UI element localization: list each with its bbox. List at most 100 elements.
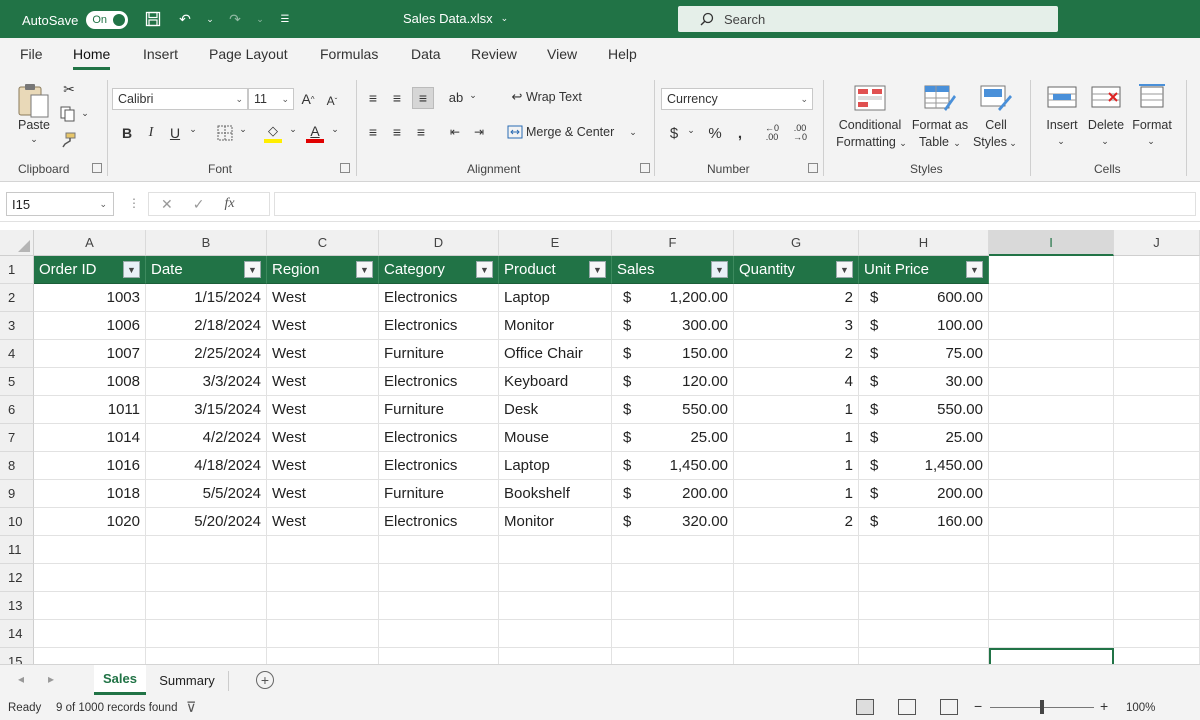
align-left-icon[interactable]: ≡ [364,122,382,142]
table-cell[interactable]: $30.00 [859,368,989,396]
table-cell[interactable]: $25.00 [612,424,734,452]
document-title[interactable]: Sales Data.xlsx ⌄ [403,11,508,26]
row-header-9[interactable]: 9 [0,480,34,508]
decrease-indent-icon[interactable]: ⇤ [446,122,464,142]
table-cell[interactable]: 1 [734,396,859,424]
tab-view[interactable]: View [547,46,577,62]
middle-align-icon[interactable]: ≡ [388,88,406,108]
column-header-c[interactable]: C [267,230,379,256]
redo-dropdown-icon[interactable]: ⌄ [256,8,264,30]
format-cells-button[interactable]: Format [1130,118,1174,132]
row-header-6[interactable]: 6 [0,396,34,424]
table-cell[interactable]: 4/18/2024 [146,452,267,480]
empty-cell[interactable] [1114,340,1200,368]
table-cell[interactable]: 1006 [34,312,146,340]
alignment-launcher-icon[interactable] [640,163,650,173]
table-cell[interactable]: $550.00 [612,396,734,424]
sheet-tab-sales[interactable]: Sales [94,665,146,695]
wrap-text-button[interactable]: Wrap Text [526,90,584,104]
cut-icon[interactable]: ✂ [60,80,78,98]
table-cell[interactable]: 1011 [34,396,146,424]
table-cell[interactable]: 1/15/2024 [146,284,267,312]
empty-cell[interactable] [146,592,267,620]
table-cell[interactable]: 1007 [34,340,146,368]
empty-cell[interactable] [734,592,859,620]
empty-cell[interactable] [1114,508,1200,536]
filter-dropdown-icon[interactable]: ▼ [966,261,983,278]
empty-cell[interactable] [989,312,1114,340]
empty-cell[interactable] [146,620,267,648]
empty-cell[interactable] [1114,424,1200,452]
table-cell[interactable]: Electronics [379,312,499,340]
tab-page-layout[interactable]: Page Layout [209,46,288,62]
empty-cell[interactable] [1114,620,1200,648]
empty-cell[interactable] [989,284,1114,312]
table-cell[interactable]: 1014 [34,424,146,452]
column-header-h[interactable]: H [859,230,989,256]
table-cell[interactable]: $160.00 [859,508,989,536]
tab-file[interactable]: File [20,46,43,62]
table-cell[interactable]: $75.00 [859,340,989,368]
scroll-left-icon[interactable]: ◂ [18,672,24,686]
clipboard-launcher-icon[interactable] [92,163,102,173]
sheet-tab-summary[interactable]: Summary [152,665,222,695]
cell-styles-label-1[interactable]: Cell [978,118,1014,132]
zoom-slider-thumb[interactable] [1040,700,1044,714]
empty-cell[interactable] [989,368,1114,396]
format-as-table-icon[interactable] [922,84,958,112]
format-as-table-dropdown-icon[interactable]: ⌄ [952,138,962,149]
empty-cell[interactable] [859,564,989,592]
table-cell[interactable]: 1 [734,424,859,452]
tab-review[interactable]: Review [471,46,517,62]
conditional-formatting-icon[interactable] [853,84,887,112]
table-cell[interactable]: Furniture [379,340,499,368]
empty-cell[interactable] [267,536,379,564]
table-header-cell[interactable]: Order ID ▼ [34,256,146,284]
table-cell[interactable]: 1016 [34,452,146,480]
zoom-level[interactable]: 100% [1126,702,1155,714]
table-cell[interactable]: 4/2/2024 [146,424,267,452]
customize-qat-icon[interactable]: ☰ [274,8,296,30]
merge-center-button[interactable]: Merge & Center [526,125,622,139]
paste-icon[interactable] [14,80,54,120]
filter-dropdown-icon[interactable]: ▼ [244,261,261,278]
bold-button[interactable]: B [118,122,136,144]
empty-cell[interactable] [499,564,612,592]
delete-dropdown-icon[interactable]: ⌄ [1100,136,1110,147]
row-header-8[interactable]: 8 [0,452,34,480]
empty-cell[interactable] [989,396,1114,424]
empty-cell[interactable] [989,340,1114,368]
fill-color-icon[interactable]: ◇ [262,120,284,146]
name-box[interactable]: I15 ⌄ [6,192,114,216]
table-cell[interactable]: 2/25/2024 [146,340,267,368]
cell-styles-label-2[interactable]: Styles [970,135,1010,149]
empty-cell[interactable] [1114,312,1200,340]
empty-cell[interactable] [1114,564,1200,592]
align-center-icon[interactable]: ≡ [388,122,406,142]
fill-color-dropdown-icon[interactable]: ⌄ [288,124,298,135]
undo-icon[interactable]: ↶ [174,8,196,30]
table-cell[interactable]: $200.00 [859,480,989,508]
table-cell[interactable]: $300.00 [612,312,734,340]
empty-cell[interactable] [989,564,1114,592]
empty-cell[interactable] [34,564,146,592]
decrease-decimal-icon[interactable]: .00 →0 [788,122,812,144]
empty-cell[interactable] [859,536,989,564]
empty-cell[interactable] [989,508,1114,536]
empty-cell[interactable] [1114,368,1200,396]
empty-cell[interactable] [267,564,379,592]
format-as-table-label-2[interactable]: Table [914,135,954,149]
empty-cell[interactable] [734,620,859,648]
font-launcher-icon[interactable] [340,163,350,173]
copy-dropdown-icon[interactable]: ⌄ [80,108,90,119]
column-header-d[interactable]: D [379,230,499,256]
empty-cell[interactable] [859,620,989,648]
filter-dropdown-icon[interactable]: ▼ [356,261,373,278]
empty-cell[interactable] [1114,536,1200,564]
column-header-g[interactable]: G [734,230,859,256]
search-box[interactable]: Search [678,6,1058,32]
cell-styles-dropdown-icon[interactable]: ⌄ [1008,138,1018,149]
empty-cell[interactable] [499,536,612,564]
table-cell[interactable]: 2 [734,284,859,312]
table-cell[interactable]: Electronics [379,284,499,312]
